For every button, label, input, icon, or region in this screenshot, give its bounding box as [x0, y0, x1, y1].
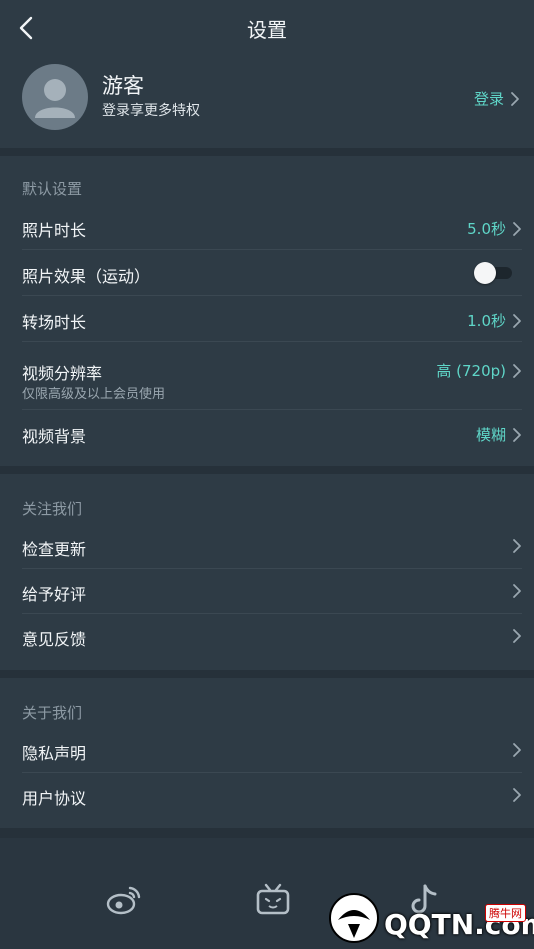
- weibo-button[interactable]: [102, 878, 146, 922]
- section-divider: [0, 670, 534, 678]
- login-button[interactable]: 登录: [474, 88, 520, 109]
- row-label: 隐私声明: [22, 744, 87, 763]
- row-privacy[interactable]: 隐私声明: [0, 728, 534, 773]
- chevron-right-icon: [513, 743, 521, 757]
- row-check-update[interactable]: 检查更新: [0, 524, 534, 569]
- watermark: QQTN.com 腾牛网: [324, 886, 534, 949]
- row-value-group: [512, 787, 522, 803]
- row-label: 用户协议: [22, 789, 87, 808]
- section-title: 默认设置: [22, 180, 83, 198]
- row-value-group: [512, 538, 522, 554]
- chevron-right-icon: [513, 584, 521, 598]
- transition-duration-value: 1.0秒: [467, 312, 506, 330]
- profile-card[interactable]: 游客 登录享更多特权 登录: [0, 56, 534, 148]
- row-label: 转场时长: [22, 313, 87, 332]
- chevron-right-icon: [511, 91, 519, 106]
- top-bar: 设置: [0, 0, 534, 56]
- row-label: 视频分辨率: [22, 364, 103, 383]
- profile-subtitle: 登录享更多特权: [102, 103, 200, 119]
- row-value-group: 1.0秒: [467, 310, 522, 331]
- row-value-group: 模糊: [476, 424, 522, 445]
- weibo-icon: [106, 886, 141, 915]
- avatar[interactable]: [22, 64, 88, 130]
- video-background-value: 模糊: [475, 426, 506, 444]
- row-feedback[interactable]: 意见反馈: [0, 614, 534, 659]
- section-divider: [0, 148, 534, 156]
- row-label: 照片效果（运动）: [22, 267, 151, 286]
- row-label: 给予好评: [22, 585, 87, 604]
- chevron-right-icon: [513, 363, 521, 378]
- page-title: 设置: [247, 18, 287, 42]
- section-about-us: 关于我们 隐私声明 用户协议: [0, 678, 534, 828]
- row-value-group: [512, 628, 522, 644]
- row-label: 照片时长: [22, 221, 87, 240]
- bilibili-icon: [256, 883, 290, 915]
- section-title: 关注我们: [22, 500, 83, 518]
- row-photo-duration[interactable]: 照片时长 5.0秒: [0, 204, 534, 250]
- photo-duration-value: 5.0秒: [467, 220, 506, 238]
- row-transition-duration[interactable]: 转场时长 1.0秒: [0, 296, 534, 342]
- row-value-group: 高 (720p): [436, 360, 522, 381]
- profile-name: 游客: [102, 74, 144, 98]
- row-photo-effect: 照片效果（运动）: [0, 250, 534, 296]
- row-value-group: [512, 742, 522, 758]
- toggle-knob: [474, 262, 496, 284]
- login-label: 登录: [473, 90, 504, 108]
- chevron-right-icon: [513, 539, 521, 553]
- row-value-group: [512, 583, 522, 599]
- watermark-logo-icon: [329, 893, 379, 943]
- chevron-right-icon: [513, 629, 521, 643]
- section-default-settings: 默认设置 照片时长 5.0秒 照片效果（运动） 转场时长 1.0秒 视频分辨率 …: [0, 156, 534, 466]
- photo-effect-toggle[interactable]: [474, 262, 512, 284]
- section-title: 关于我们: [22, 704, 83, 722]
- row-sublabel: 仅限高级及以上会员使用: [22, 387, 166, 402]
- bilibili-button[interactable]: [251, 878, 295, 922]
- section-divider: [0, 828, 534, 838]
- row-video-resolution[interactable]: 视频分辨率 仅限高级及以上会员使用 高 (720p): [0, 342, 534, 410]
- section-follow-us: 关注我们 检查更新 给予好评 意见反馈: [0, 474, 534, 670]
- row-give-rating[interactable]: 给予好评: [0, 569, 534, 614]
- row-value-group: 5.0秒: [467, 218, 522, 239]
- chevron-right-icon: [513, 221, 521, 236]
- row-label: 检查更新: [22, 540, 87, 559]
- chevron-right-icon: [513, 313, 521, 328]
- user-placeholder-icon: [35, 79, 75, 118]
- chevron-right-icon: [513, 427, 521, 442]
- video-resolution-value: 高 (720p): [436, 362, 506, 380]
- chevron-right-icon: [513, 788, 521, 802]
- row-user-agreement[interactable]: 用户协议: [0, 773, 534, 818]
- row-label: 意见反馈: [22, 630, 87, 649]
- row-video-background[interactable]: 视频背景 模糊: [0, 410, 534, 456]
- section-divider: [0, 466, 534, 474]
- watermark-badge: 腾牛网: [485, 904, 526, 922]
- row-label: 视频背景: [22, 427, 87, 446]
